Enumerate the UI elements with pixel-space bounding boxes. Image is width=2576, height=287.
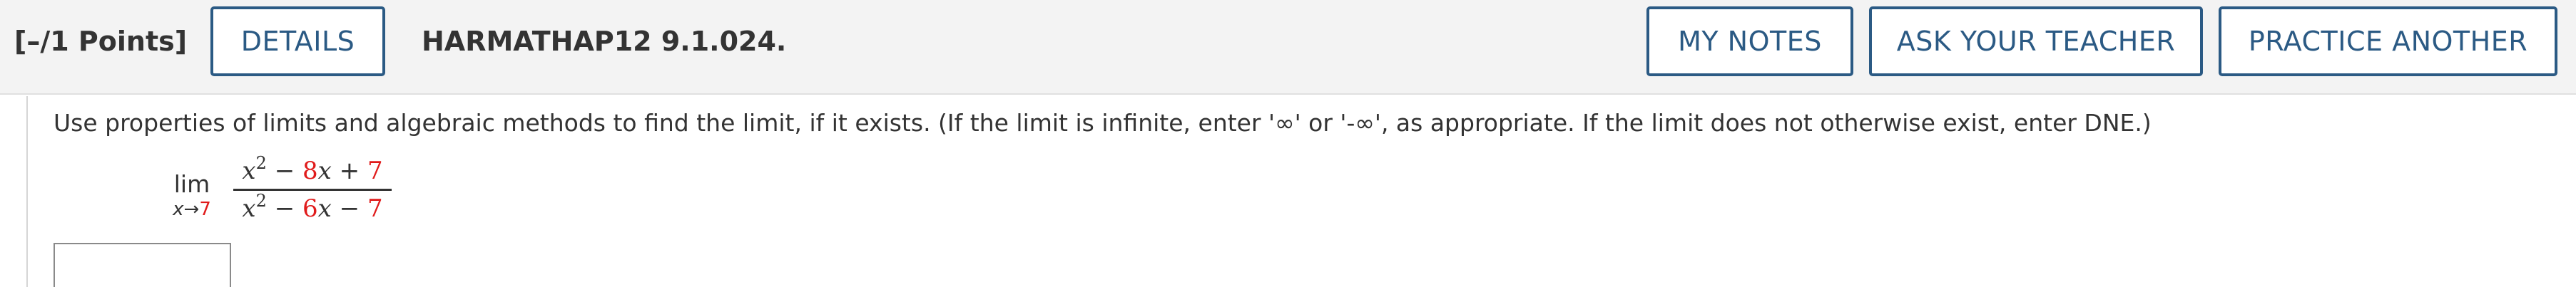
denominator-constant: 7 (367, 194, 383, 223)
limit-operator: lim x→7 (153, 170, 231, 220)
points-label: [–/1 Points] (14, 26, 188, 57)
lim-approach-value: 7 (199, 199, 211, 220)
denominator-var2: x (317, 194, 332, 223)
practice-another-button[interactable]: PRACTICE ANOTHER (2219, 6, 2557, 76)
denominator: x2 − 6x − 7 (233, 192, 392, 225)
denominator-exponent: 2 (255, 191, 267, 211)
lim-subscript: x→7 (153, 199, 231, 220)
denominator-var: x (242, 194, 256, 223)
fraction: x2 − 8x + 7 x2 − 6x − 7 (233, 155, 392, 225)
numerator-coefficient: 8 (302, 157, 318, 185)
question-header: [–/1 Points] DETAILS HARMATHAP12 9.1.024… (0, 0, 2576, 95)
numerator-var: x (242, 157, 256, 185)
my-notes-button[interactable]: MY NOTES (1646, 6, 1853, 76)
question-body: Use properties of limits and algebraic m… (26, 96, 2576, 287)
answer-input[interactable] (54, 243, 231, 287)
lim-variable: x (173, 199, 184, 220)
numerator-var2: x (317, 157, 332, 185)
problem-instructions: Use properties of limits and algebraic m… (54, 109, 2152, 137)
lim-word: lim (173, 170, 210, 198)
denominator-op2: − (331, 194, 367, 223)
numerator-constant: 7 (367, 157, 383, 185)
lim-arrow: → (183, 199, 200, 220)
question-card: [–/1 Points] DETAILS HARMATHAP12 9.1.024… (0, 0, 2576, 287)
problem-id: HARMATHAP12 9.1.024. (422, 26, 787, 57)
ask-your-teacher-button[interactable]: ASK YOUR TEACHER (1869, 6, 2203, 76)
numerator-op2: + (331, 157, 367, 185)
denominator-coefficient: 6 (302, 194, 318, 223)
numerator-exponent: 2 (255, 153, 267, 173)
numerator-op1: − (266, 157, 302, 185)
details-button[interactable]: DETAILS (210, 6, 385, 76)
numerator: x2 − 8x + 7 (233, 155, 392, 187)
denominator-op1: − (266, 194, 302, 223)
